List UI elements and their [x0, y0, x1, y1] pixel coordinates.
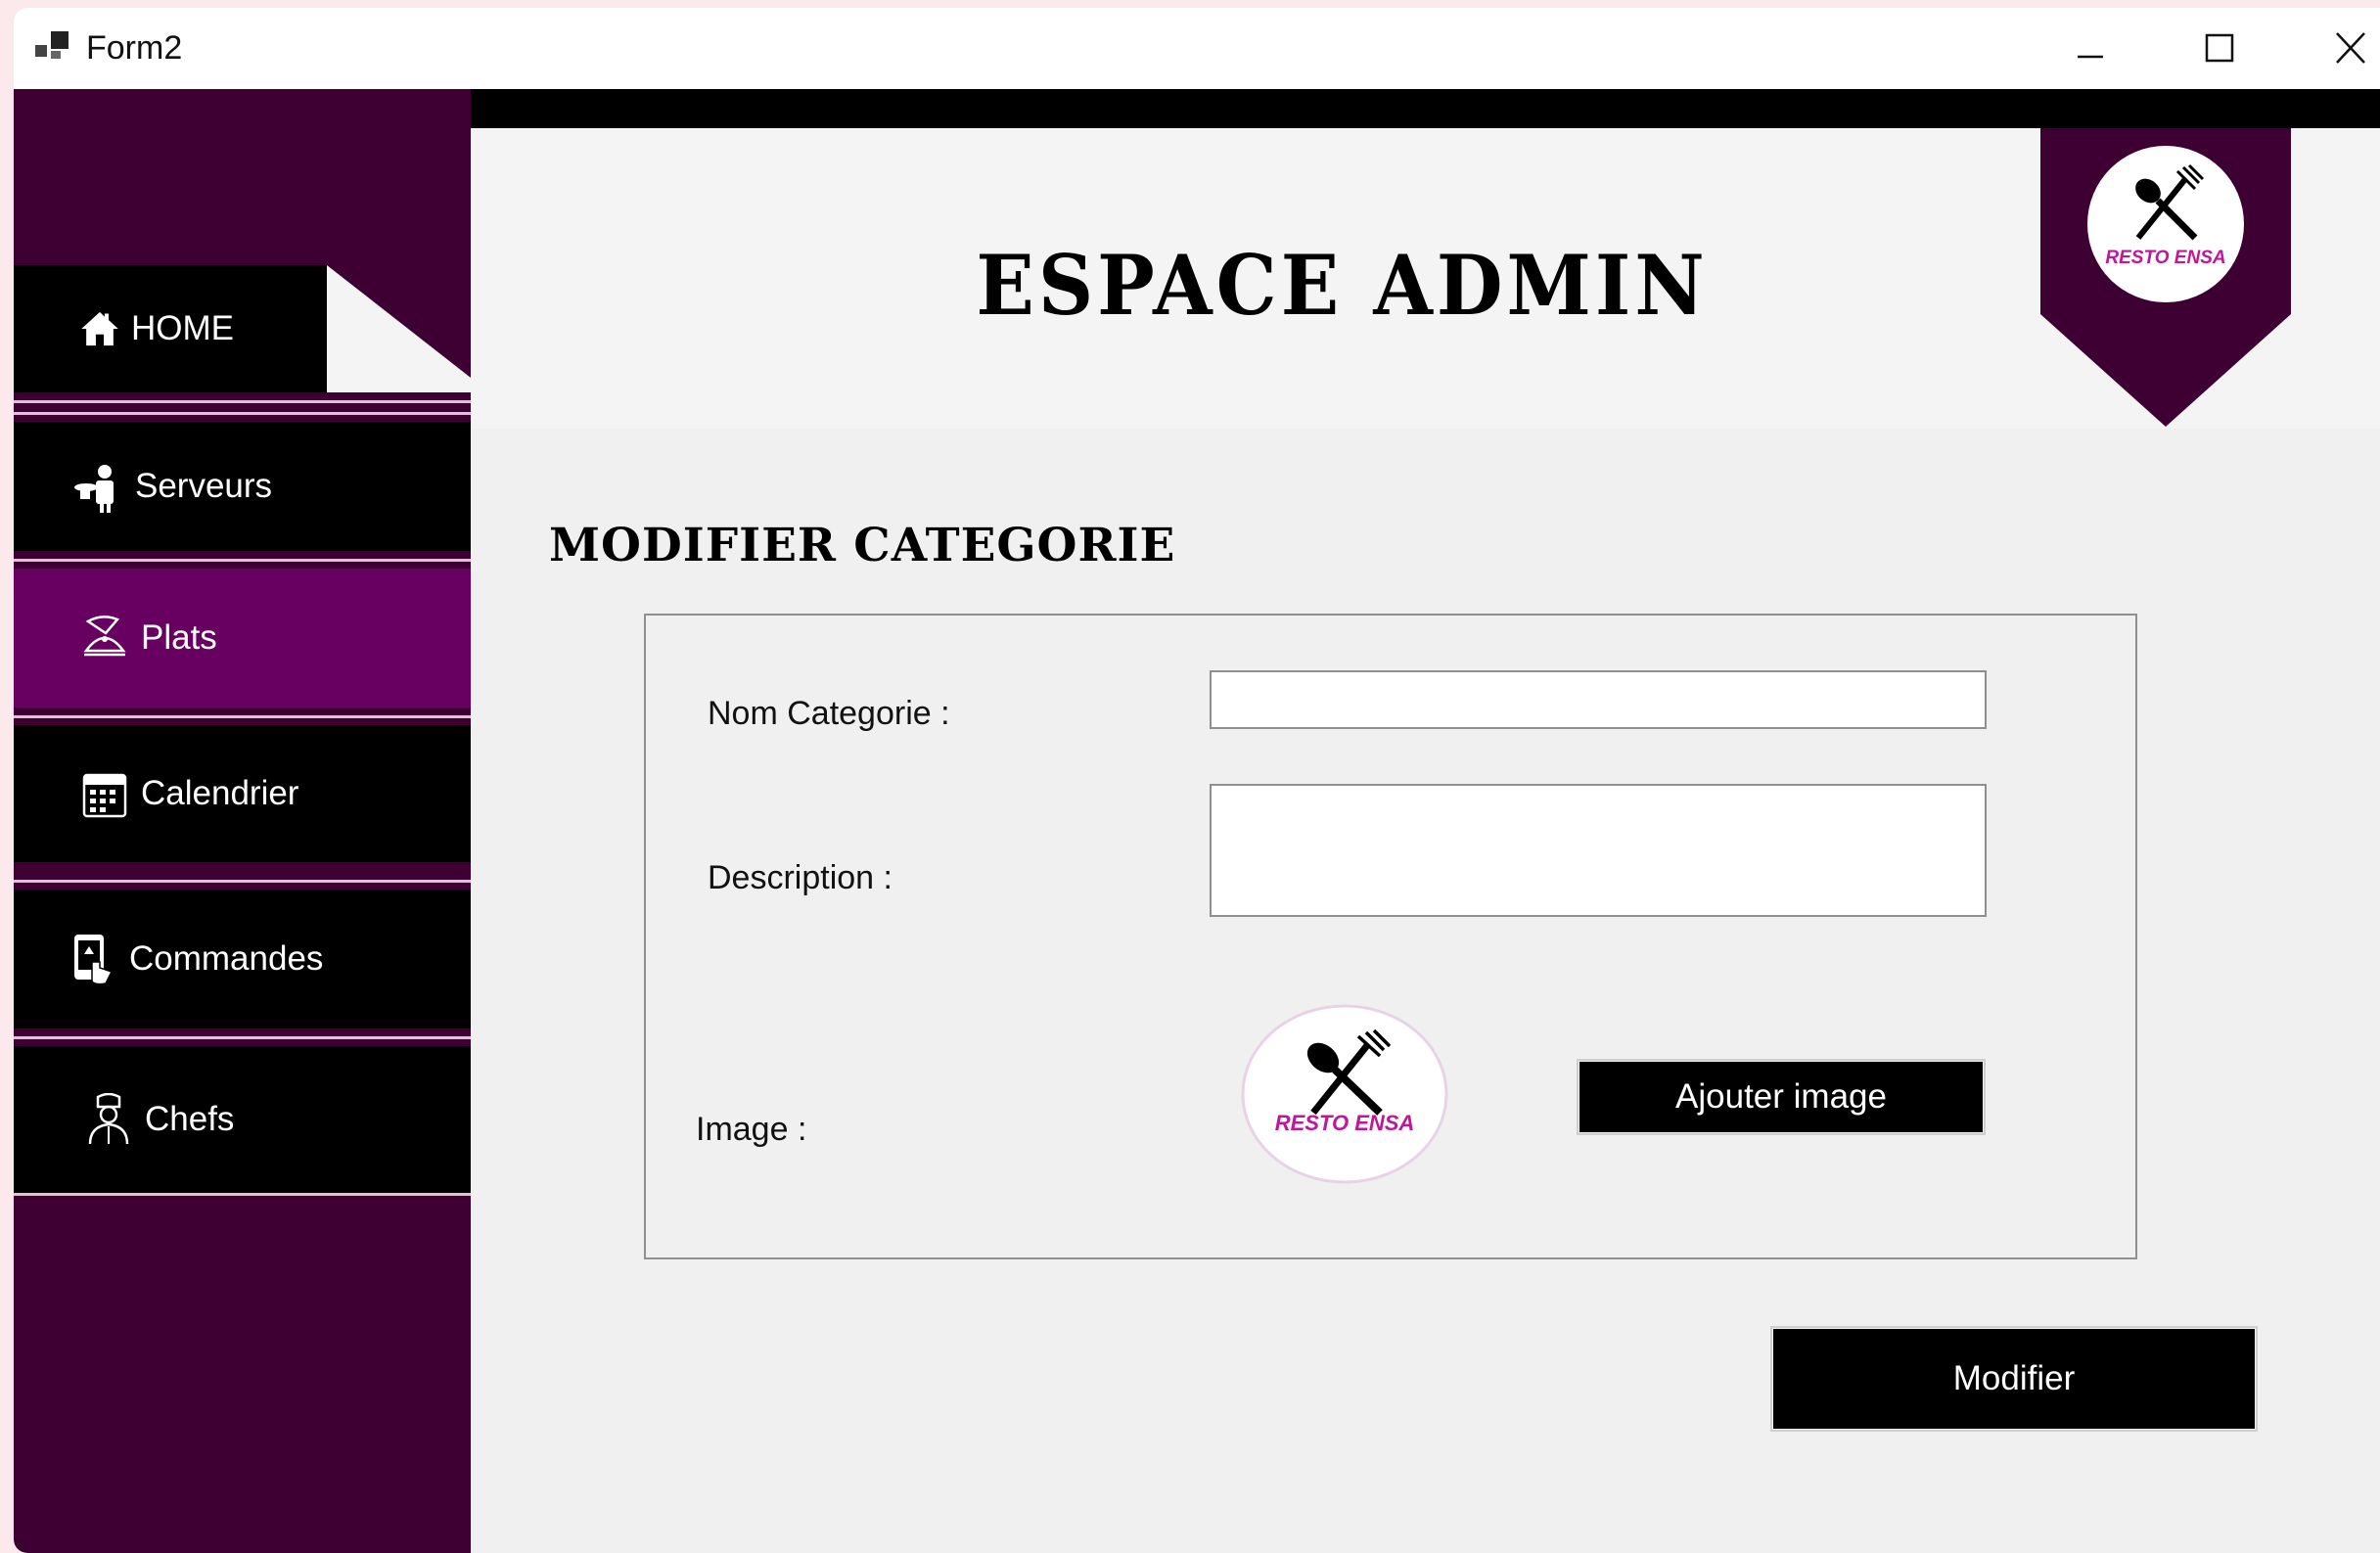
sidebar-item-label: HOME	[131, 309, 234, 347]
sidebar-item-label: Chefs	[145, 1100, 235, 1138]
sidebar: HOME Serveurs Plats Calendrier Commandes…	[14, 89, 471, 1553]
divider	[14, 559, 471, 562]
divider	[14, 880, 471, 883]
close-button[interactable]	[2321, 22, 2380, 76]
chef-icon	[88, 1093, 129, 1145]
badge-logo-text: RESTO ENSA	[2105, 248, 2225, 268]
divider	[14, 1036, 471, 1039]
modify-button[interactable]: Modifier	[1770, 1326, 2258, 1432]
divider	[14, 400, 471, 403]
divider	[14, 715, 471, 718]
minimize-button[interactable]	[2060, 22, 2119, 76]
description-textarea[interactable]	[1210, 784, 1987, 917]
home-corner-notch	[327, 265, 471, 392]
image-label: Image :	[696, 1111, 807, 1148]
sidebar-item-label: Commandes	[129, 939, 324, 978]
section-title: MODIFIER CATEGORIE	[549, 519, 1176, 572]
app-window: Form2 HOME Serveurs Plats Calendrier Com…	[14, 8, 2380, 1553]
title-bar: Form2	[14, 8, 2380, 89]
divider	[14, 1193, 471, 1196]
logo-badge: RESTO ENSA	[2040, 128, 2291, 427]
sidebar-item-label: Calendrier	[141, 774, 299, 812]
top-bar	[471, 89, 2380, 128]
sidebar-item-commandes[interactable]: Commandes	[14, 890, 471, 1028]
name-label: Nom Categorie :	[708, 695, 950, 732]
phone-order-icon	[74, 935, 114, 985]
sidebar-item-chefs[interactable]: Chefs	[14, 1046, 471, 1193]
category-image-preview: RESTO ENSA	[1241, 1004, 1448, 1184]
cloche-icon	[83, 616, 126, 657]
sidebar-item-label: Plats	[141, 618, 217, 657]
sidebar-item-calendrier[interactable]: Calendrier	[14, 725, 471, 862]
page-title: ESPACE ADMIN	[976, 238, 1709, 335]
sidebar-item-home[interactable]: HOME	[14, 265, 327, 392]
sidebar-item-label: Serveurs	[135, 467, 273, 505]
window-title: Form2	[86, 29, 183, 67]
divider	[14, 412, 471, 415]
maximize-button[interactable]	[2190, 22, 2249, 76]
sidebar-item-plats[interactable]: Plats	[14, 569, 471, 708]
preview-logo-text: RESTO ENSA	[1275, 1111, 1415, 1135]
calendar-icon	[82, 773, 127, 818]
app-icon	[35, 31, 69, 59]
sidebar-item-serveurs[interactable]: Serveurs	[14, 422, 471, 551]
add-image-button[interactable]: Ajouter image	[1577, 1059, 1986, 1135]
waiter-icon	[74, 465, 114, 513]
description-label: Description :	[708, 859, 892, 896]
home-icon	[81, 311, 118, 346]
category-name-input[interactable]	[1210, 670, 1987, 729]
